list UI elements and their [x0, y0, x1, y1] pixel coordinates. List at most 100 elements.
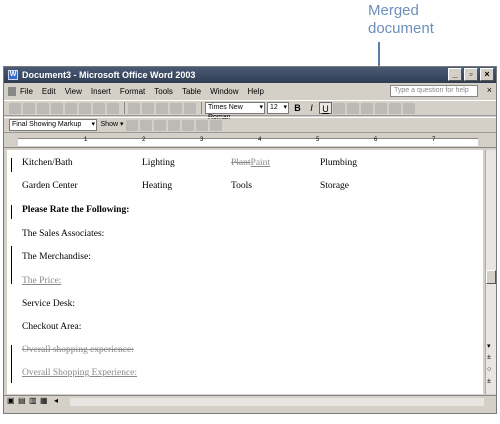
- close-button[interactable]: ×: [480, 68, 494, 81]
- category-row: Kitchen/Bath Lighting PlantPaint Plumbin…: [7, 158, 477, 172]
- inserted-text: Paint: [250, 158, 271, 168]
- category-cell: PlantPaint: [231, 158, 270, 168]
- separator: [201, 102, 202, 114]
- category-cell: Lighting: [142, 158, 175, 168]
- separator: [124, 102, 125, 114]
- horizontal-ruler[interactable]: 1 2 3 4 5 6 7: [4, 136, 496, 148]
- reading-layout-icon[interactable]: ▦: [40, 396, 48, 405]
- numbering-icon[interactable]: [361, 102, 373, 114]
- previous-change-icon[interactable]: [126, 119, 138, 131]
- align-left-icon[interactable]: [333, 102, 345, 114]
- reviewing-toolbar: Final Showing Markup Show ▾: [4, 117, 496, 133]
- print-layout-icon[interactable]: ▥: [29, 396, 37, 405]
- overall-deleted-label: Overall shopping experience:: [22, 345, 134, 355]
- accept-change-icon[interactable]: [154, 119, 166, 131]
- menu-bar: File Edit View Insert Format Tools Table…: [4, 84, 496, 99]
- menu-table[interactable]: Table: [182, 87, 201, 96]
- category-cell: Garden Center: [22, 181, 78, 191]
- scroll-down-icon[interactable]: ▾: [487, 342, 491, 350]
- horizontal-scrollbar[interactable]: [70, 398, 484, 406]
- service-desk-label: Service Desk:: [22, 299, 76, 309]
- menu-file[interactable]: File: [20, 87, 33, 96]
- bullets-icon[interactable]: [375, 102, 387, 114]
- display-for-review-select[interactable]: Final Showing Markup: [9, 119, 97, 131]
- menu-window[interactable]: Window: [210, 87, 238, 96]
- menu-insert[interactable]: Insert: [91, 87, 111, 96]
- callout-line2: document: [368, 20, 434, 37]
- merged-document-callout: Merged document: [368, 2, 458, 38]
- italic-button[interactable]: I: [305, 102, 318, 114]
- callout-line1: Merged: [368, 2, 419, 19]
- select-browse-icon[interactable]: ○: [487, 366, 491, 373]
- status-view-bar: ▣ ▤ ▥ ▦ ◂: [4, 395, 496, 407]
- next-change-icon[interactable]: [140, 119, 152, 131]
- ruler-number: 2: [142, 137, 146, 143]
- indent-icon[interactable]: [389, 102, 401, 114]
- help-icon[interactable]: [184, 102, 196, 114]
- survey-row: The Merchandise:: [7, 246, 477, 284]
- email-icon[interactable]: [65, 102, 77, 114]
- scroll-left-icon[interactable]: ◂: [54, 396, 58, 405]
- word-window: W Document3 - Microsoft Office Word 2003…: [3, 66, 497, 414]
- change-bar: [11, 158, 12, 172]
- ruler-number: 4: [258, 137, 262, 143]
- survey-row: Overall shopping experience:: [7, 345, 477, 383]
- normal-view-icon[interactable]: ▣: [7, 396, 15, 405]
- copy-icon[interactable]: [142, 102, 154, 114]
- preview-icon[interactable]: [93, 102, 105, 114]
- undo-icon[interactable]: [170, 102, 182, 114]
- new-icon[interactable]: [9, 102, 21, 114]
- insert-comment-icon[interactable]: [182, 119, 194, 131]
- checkout-area-label: Checkout Area:: [22, 322, 82, 332]
- menu-tools[interactable]: Tools: [154, 87, 173, 96]
- price-label: The Price:: [22, 276, 62, 286]
- ruler-number: 5: [316, 137, 320, 143]
- font-size-select[interactable]: 12: [267, 102, 289, 114]
- font-select[interactable]: Times New Roman: [205, 102, 265, 121]
- menu-format[interactable]: Format: [120, 87, 145, 96]
- scroll-thumb[interactable]: [486, 270, 496, 284]
- align-center-icon[interactable]: [347, 102, 359, 114]
- close-document-icon[interactable]: ×: [487, 85, 492, 95]
- menu-view[interactable]: View: [65, 87, 82, 96]
- underline-button[interactable]: U: [319, 102, 332, 114]
- reject-change-icon[interactable]: [168, 119, 180, 131]
- web-layout-icon[interactable]: ▤: [18, 396, 26, 405]
- print-icon[interactable]: [79, 102, 91, 114]
- save-icon[interactable]: [37, 102, 49, 114]
- document-area[interactable]: Kitchen/Bath Lighting PlantPaint Plumbin…: [7, 150, 483, 394]
- maximize-button[interactable]: ▫: [464, 68, 478, 81]
- ruler-number: 1: [84, 137, 88, 143]
- document-icon: [8, 87, 16, 96]
- survey-row: Service Desk:: [7, 299, 477, 313]
- minimize-button[interactable]: _: [448, 68, 462, 81]
- formatting-toolbar: Times New Roman 12 B I U: [4, 100, 496, 121]
- change-bar: [11, 205, 12, 219]
- paste-icon[interactable]: [156, 102, 168, 114]
- previous-page-icon[interactable]: ±: [487, 354, 491, 361]
- spelling-icon[interactable]: [107, 102, 119, 114]
- bold-button[interactable]: B: [291, 102, 304, 114]
- permission-icon[interactable]: [51, 102, 63, 114]
- title-bar: W Document3 - Microsoft Office Word 2003…: [4, 67, 496, 83]
- category-cell: Plumbing: [320, 158, 357, 168]
- sales-associates-label: The Sales Associates:: [22, 229, 105, 239]
- ruler-number: 6: [374, 137, 378, 143]
- menu-help[interactable]: Help: [248, 87, 264, 96]
- reviewing-pane-icon[interactable]: [210, 119, 222, 131]
- font-color-icon[interactable]: [403, 102, 415, 114]
- show-button[interactable]: Show ▾: [99, 119, 125, 131]
- survey-row: Overall Shopping Experience:: [7, 368, 477, 382]
- vertical-scrollbar[interactable]: ▾ ± ○ ±: [485, 150, 496, 394]
- next-page-icon[interactable]: ±: [487, 378, 491, 385]
- cut-icon[interactable]: [128, 102, 140, 114]
- ruler-number: 3: [200, 137, 204, 143]
- rate-heading: Please Rate the Following:: [22, 205, 130, 215]
- open-icon[interactable]: [23, 102, 35, 114]
- help-search-input[interactable]: Type a question for help: [390, 85, 478, 97]
- category-cell: Tools: [231, 181, 252, 191]
- ruler-number: 7: [432, 137, 436, 143]
- track-changes-icon[interactable]: [196, 119, 208, 131]
- menu-edit[interactable]: Edit: [42, 87, 56, 96]
- survey-row: The Price:: [7, 276, 477, 290]
